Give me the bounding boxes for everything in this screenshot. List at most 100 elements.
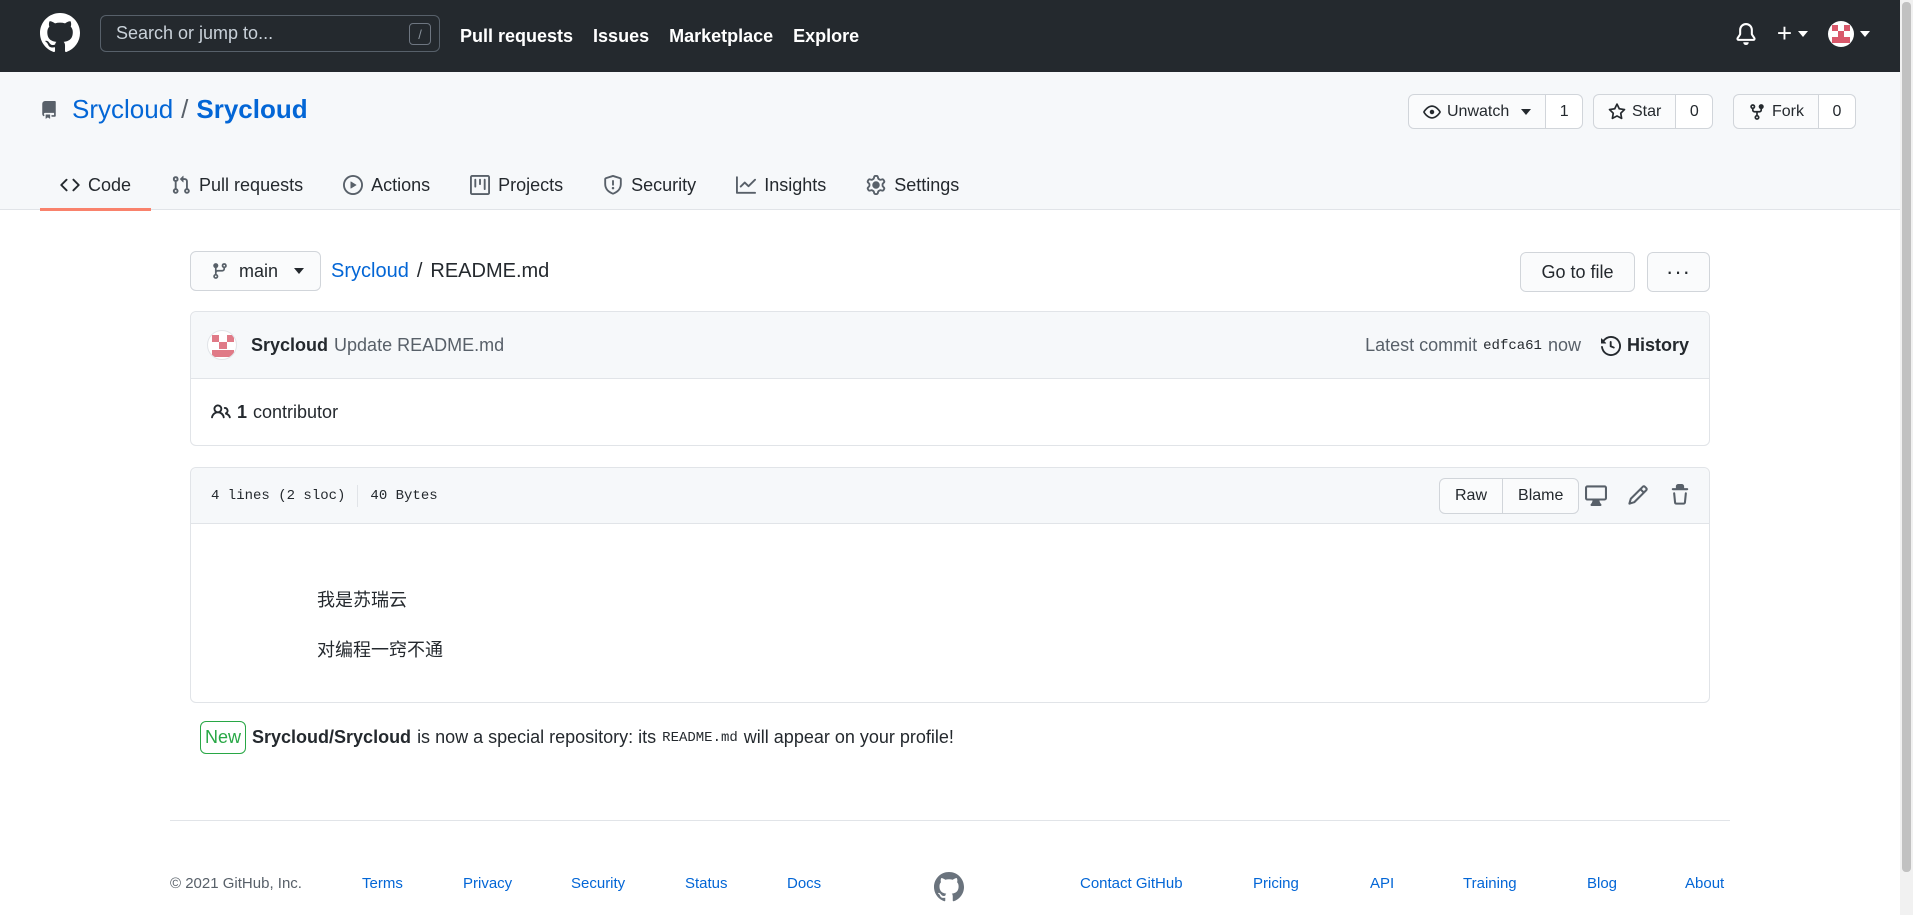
- breadcrumb-repo-link[interactable]: Srycloud: [331, 260, 409, 283]
- footer-link-security[interactable]: Security: [571, 875, 625, 892]
- search-input[interactable]: Search or jump to... /: [100, 15, 440, 52]
- footer-copyright: © 2021 GitHub, Inc.: [170, 875, 302, 892]
- star-count[interactable]: 0: [1676, 95, 1713, 128]
- tab-security-label: Security: [631, 174, 697, 195]
- chevron-down-icon: [1798, 30, 1808, 37]
- footer-link-about[interactable]: About: [1685, 875, 1724, 892]
- readme-line: 对编程一窍不通: [317, 640, 443, 661]
- footer-link-terms[interactable]: Terms: [362, 875, 403, 892]
- footer-divider: [170, 820, 1730, 821]
- avatar: [1828, 20, 1854, 47]
- tab-insights-label: Insights: [764, 174, 827, 195]
- breadcrumb: Srycloud / README.md: [331, 260, 549, 283]
- go-to-file-button[interactable]: Go to file: [1520, 252, 1635, 292]
- readme-content: 我是苏瑞云 对编程一窍不通: [191, 524, 1709, 676]
- tab-projects-label: Projects: [498, 174, 564, 195]
- new-badge: New: [200, 721, 247, 754]
- commit-author[interactable]: Srycloud: [251, 335, 328, 356]
- user-menu-dropdown[interactable]: [1828, 20, 1870, 47]
- fork-count[interactable]: 0: [1819, 95, 1855, 128]
- commit-message[interactable]: Update README.md: [334, 335, 504, 356]
- notice-repo-name: Srycloud/Srycloud: [252, 727, 412, 747]
- file-info-bar: 4 lines (2 sloc) 40 Bytes Raw Blame: [191, 468, 1709, 524]
- tab-projects[interactable]: Projects: [450, 160, 583, 210]
- gear-icon: [866, 175, 886, 195]
- desktop-icon[interactable]: [1585, 484, 1607, 506]
- tab-code[interactable]: Code: [40, 160, 152, 211]
- identicon-icon: [212, 335, 234, 357]
- footer-link-privacy[interactable]: Privacy: [463, 875, 512, 892]
- git-branch-icon: [213, 263, 227, 279]
- people-icon: [211, 404, 231, 419]
- graph-icon: [736, 176, 757, 194]
- global-nav: Pull requests Issues Marketplace Explore: [460, 0, 859, 72]
- pull-request-icon: [172, 175, 190, 194]
- trash-icon[interactable]: [1669, 484, 1691, 506]
- file-actions: [1585, 484, 1691, 506]
- footer-link-status[interactable]: Status: [685, 875, 728, 892]
- nav-explore[interactable]: Explore: [793, 26, 859, 47]
- vertical-scrollbar[interactable]: [1900, 0, 1913, 915]
- watch-button-group: Unwatch 1: [1408, 94, 1584, 129]
- chevron-down-icon: [1521, 108, 1532, 115]
- latest-commit-box: Srycloud Update README.md Latest commit …: [190, 311, 1710, 446]
- star-label: Star: [1632, 102, 1662, 120]
- footer-link-pricing[interactable]: Pricing: [1253, 875, 1299, 892]
- tab-settings[interactable]: Settings: [846, 160, 979, 210]
- star-icon: [1608, 102, 1626, 119]
- nav-pull-requests[interactable]: Pull requests: [460, 26, 573, 47]
- watch-button[interactable]: Unwatch: [1409, 95, 1547, 128]
- tab-pull-requests[interactable]: Pull requests: [151, 160, 323, 210]
- pencil-icon[interactable]: [1627, 484, 1649, 506]
- breadcrumb-separator: /: [416, 260, 423, 282]
- fork-icon: [1750, 103, 1764, 120]
- fork-label: Fork: [1772, 102, 1804, 120]
- contributors-row[interactable]: 1 contributor: [191, 379, 1709, 445]
- blame-button[interactable]: Blame: [1503, 479, 1578, 513]
- commit-sha[interactable]: edfca61: [1483, 338, 1542, 354]
- repo-name-link[interactable]: Srycloud: [196, 94, 307, 125]
- more-options-button[interactable]: ···: [1647, 252, 1710, 292]
- tab-security[interactable]: Security: [583, 160, 716, 210]
- commit-author-avatar[interactable]: [207, 330, 237, 360]
- divider: [357, 484, 359, 507]
- history-button[interactable]: History: [1600, 335, 1689, 356]
- repo-header: Srycloud / Srycloud Unwatch 1 Star 0 For…: [0, 72, 1900, 211]
- footer-link-training[interactable]: Training: [1463, 875, 1517, 892]
- tab-insights[interactable]: Insights: [716, 160, 846, 210]
- repo-owner-link[interactable]: Srycloud: [72, 94, 173, 125]
- create-new-dropdown[interactable]: +: [1777, 18, 1808, 49]
- bell-icon[interactable]: [1735, 22, 1757, 46]
- fork-button[interactable]: Fork: [1734, 95, 1819, 128]
- header-actions: +: [1735, 18, 1870, 49]
- raw-button[interactable]: Raw: [1440, 479, 1504, 513]
- notice-text: will appear on your profile!: [743, 727, 954, 747]
- history-label: History: [1626, 335, 1689, 355]
- branch-select-button[interactable]: main: [190, 251, 321, 291]
- watch-count[interactable]: 1: [1546, 95, 1583, 128]
- tab-actions-label: Actions: [371, 174, 431, 195]
- star-button[interactable]: Star: [1594, 95, 1677, 128]
- github-logo-icon[interactable]: [934, 872, 964, 902]
- history-icon: [1600, 335, 1621, 356]
- footer-link-docs[interactable]: Docs: [787, 875, 821, 892]
- file-line-count: 4 lines (2 sloc): [211, 487, 346, 504]
- special-repo-notice: New Srycloud/Srycloud is now a special r…: [200, 721, 954, 754]
- nav-marketplace[interactable]: Marketplace: [669, 26, 773, 47]
- nav-issues[interactable]: Issues: [593, 26, 649, 47]
- project-icon: [470, 175, 491, 195]
- tab-code-label: Code: [88, 174, 132, 195]
- shield-icon: [604, 175, 622, 195]
- tab-actions[interactable]: Actions: [323, 160, 450, 210]
- readme-line: 我是苏瑞云: [317, 590, 407, 611]
- global-header: Search or jump to... / Pull requests Iss…: [0, 0, 1900, 72]
- latest-commit-label: Latest commit: [1365, 335, 1478, 355]
- search-shortcut-key: /: [409, 23, 431, 45]
- footer-link-blog[interactable]: Blog: [1587, 875, 1617, 892]
- scrollbar-thumb[interactable]: [1902, 2, 1911, 872]
- footer-link-api[interactable]: API: [1370, 875, 1394, 892]
- tab-settings-label: Settings: [894, 174, 960, 195]
- commit-meta: Latest commit edfca61 now History: [1365, 312, 1689, 379]
- github-logo-icon[interactable]: [40, 13, 80, 53]
- footer-link-contact[interactable]: Contact GitHub: [1080, 875, 1183, 892]
